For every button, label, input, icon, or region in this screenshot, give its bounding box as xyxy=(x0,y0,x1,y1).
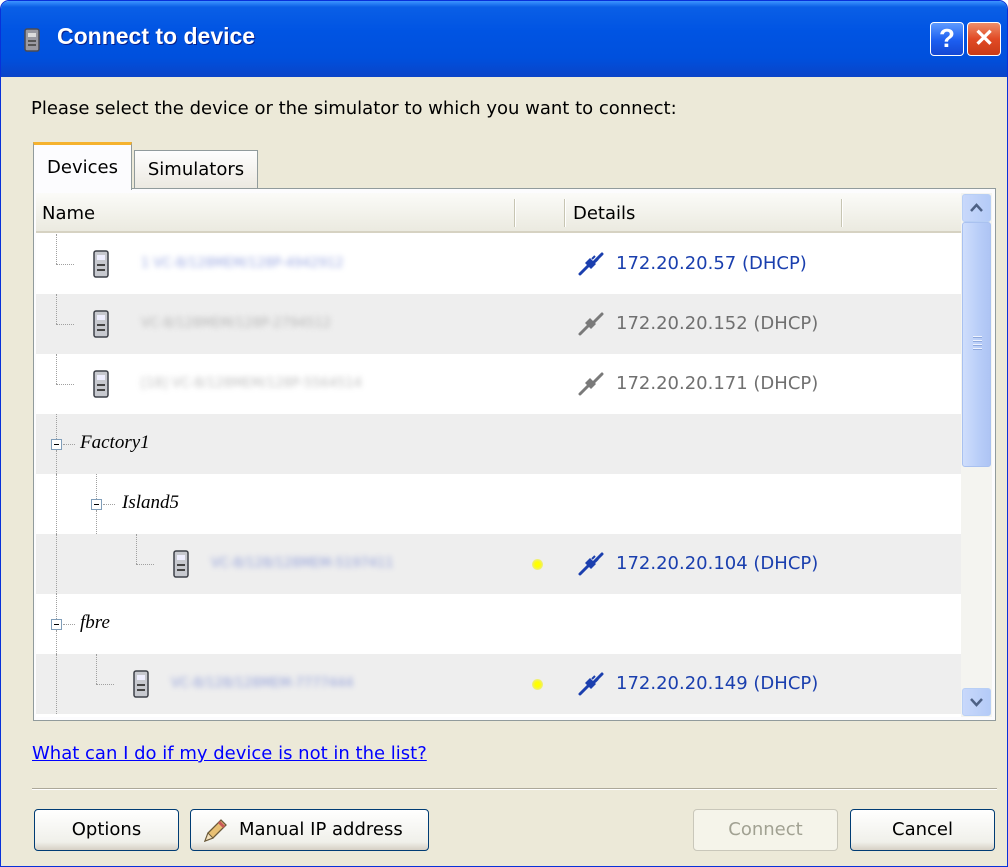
device-name: 1 VC-8/128MEM/128P-4942912 xyxy=(141,256,344,271)
device-row[interactable]: VC-8/128MEM/128P-2794512 172.20.20.152 (… xyxy=(36,294,961,354)
plug-disconnected-icon xyxy=(578,312,604,336)
device-icon xyxy=(93,310,109,338)
device-row[interactable]: [18] VC-8/128MEM/128P-5564514 172.20.20.… xyxy=(36,354,961,414)
device-name: [18] VC-8/128MEM/128P-5564514 xyxy=(141,376,362,391)
device-name: VC-8/128/128MEM-5197411 xyxy=(211,556,394,571)
plug-disconnected-icon xyxy=(578,372,604,396)
options-label: Options xyxy=(71,819,142,840)
options-button[interactable]: Options xyxy=(34,809,179,851)
pencil-icon xyxy=(203,819,227,843)
window-title: Connect to device xyxy=(57,23,256,49)
device-icon xyxy=(133,670,149,698)
device-icon xyxy=(173,550,189,578)
device-icon xyxy=(24,28,40,52)
device-name: VC-8/128MEM/128P-2794512 xyxy=(141,316,332,331)
tab-devices[interactable]: Devices xyxy=(33,142,132,190)
column-header-name[interactable]: Name xyxy=(42,203,95,224)
ip-address: 172.20.20.149 (DHCP) xyxy=(616,673,819,694)
group-label: Factory1 xyxy=(80,432,150,453)
group-label: fbre xyxy=(80,612,110,633)
column-header-details[interactable]: Details xyxy=(573,203,635,224)
chevron-down-icon xyxy=(970,698,983,707)
list-header: Name Details xyxy=(36,193,961,233)
scroll-down-button[interactable] xyxy=(962,688,991,716)
group-row[interactable]: Factory1 xyxy=(36,414,961,474)
instruction-text: Please select the device or the simulato… xyxy=(31,98,677,119)
collapse-icon[interactable] xyxy=(51,619,62,630)
ip-address: 172.20.20.104 (DHCP) xyxy=(616,553,819,574)
close-button[interactable]: ✕ xyxy=(967,22,1001,56)
connect-dialog: Connect to device ? ✕ Please select the … xyxy=(0,0,1008,867)
device-row[interactable]: VC-8/128/128MEM-5197411 172.20.20.104 (D… xyxy=(36,534,961,594)
column-divider[interactable] xyxy=(564,199,565,227)
close-icon: ✕ xyxy=(973,25,995,52)
device-list[interactable]: Name Details 1 VC-8/128MEM/128P-4942912 xyxy=(36,193,961,717)
scroll-thumb[interactable] xyxy=(962,222,991,467)
title-bar[interactable]: Connect to device ? ✕ xyxy=(1,1,1007,77)
group-row[interactable]: Island5 xyxy=(36,474,961,534)
device-row[interactable]: 1 VC-8/128MEM/128P-4942912 172.20.20.57 … xyxy=(36,234,961,294)
device-icon xyxy=(93,370,109,398)
column-divider[interactable] xyxy=(841,199,842,227)
collapse-icon[interactable] xyxy=(91,499,102,510)
ip-address: 172.20.20.152 (DHCP) xyxy=(616,313,819,334)
device-row[interactable]: VC-8/128/128MEM-7777444 172.20.20.149 (D… xyxy=(36,654,961,714)
manual-ip-label: Manual IP address xyxy=(239,819,403,840)
cancel-button[interactable]: Cancel xyxy=(850,809,995,851)
plug-connected-icon xyxy=(578,672,604,696)
connect-label: Connect xyxy=(728,819,803,840)
ip-address: 172.20.20.171 (DHCP) xyxy=(616,373,819,394)
plug-connected-icon xyxy=(578,252,604,276)
device-name: VC-8/128/128MEM-7777444 xyxy=(171,676,354,691)
status-led-icon xyxy=(532,559,543,570)
column-divider[interactable] xyxy=(514,199,515,227)
tab-simulators[interactable]: Simulators xyxy=(134,150,258,188)
status-led-icon xyxy=(532,679,543,690)
cancel-label: Cancel xyxy=(892,819,953,840)
manual-ip-button[interactable]: Manual IP address xyxy=(190,809,429,851)
help-button[interactable]: ? xyxy=(930,22,964,56)
collapse-icon[interactable] xyxy=(51,439,62,450)
ip-address: 172.20.20.57 (DHCP) xyxy=(616,253,807,274)
scroll-up-button[interactable] xyxy=(962,194,991,222)
group-row[interactable]: fbre xyxy=(36,594,961,654)
group-label: Island5 xyxy=(122,492,179,513)
chevron-up-icon xyxy=(970,203,983,212)
plug-connected-icon xyxy=(578,552,604,576)
connect-button[interactable]: Connect xyxy=(693,809,838,851)
device-icon xyxy=(93,250,109,278)
divider xyxy=(32,788,997,790)
help-icon: ? xyxy=(939,23,955,53)
vertical-scrollbar[interactable] xyxy=(961,193,992,717)
help-link[interactable]: What can I do if my device is not in the… xyxy=(32,743,427,764)
